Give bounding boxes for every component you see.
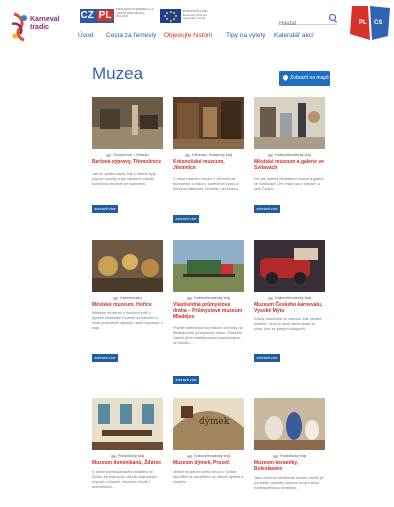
museum-description: Jako centrum keramické tradice hrnčíři j… bbox=[254, 476, 324, 490]
language-badge-icon bbox=[350, 6, 390, 40]
show-more-button[interactable]: zobrazit více bbox=[254, 205, 280, 213]
cz-flag-icon bbox=[268, 296, 274, 300]
page-title: Muzea bbox=[92, 64, 144, 83]
museum-description: Do vás dohled Městském muzeu a galerii v… bbox=[254, 177, 324, 191]
map-pin-icon bbox=[281, 73, 290, 82]
nav-item-crafts[interactable]: Cesta za řemesly bbox=[106, 32, 156, 39]
museum-description: Jak se vyrábí nápoj, kdy v historii byly… bbox=[92, 172, 156, 186]
language-switcher: PL CS bbox=[348, 4, 392, 44]
museum-image[interactable] bbox=[254, 240, 325, 292]
site-logo[interactable]: Karneval tradic bbox=[10, 10, 72, 44]
cz-flag-icon bbox=[111, 454, 117, 458]
museum-image[interactable] bbox=[92, 240, 163, 292]
cz-flag-icon bbox=[106, 153, 112, 157]
museum-description: Pojďte nahlédnout do historie techniky n… bbox=[173, 326, 243, 345]
museum-description: V domě dominikánského kláštera ve Žďárci… bbox=[92, 470, 158, 489]
eu-flag-icon bbox=[160, 9, 181, 23]
show-map-button[interactable]: Zobrazit na mapě bbox=[279, 71, 330, 86]
museum-image[interactable] bbox=[92, 97, 163, 149]
museum-description: V Krkonošském muzeu v Jilemnici se sezná… bbox=[173, 177, 240, 191]
lang-cs-link[interactable]: CS bbox=[374, 20, 382, 26]
search-icon[interactable] bbox=[329, 14, 336, 21]
museum-title[interactable]: Muzeum keramiky, Bolesławiec bbox=[254, 460, 325, 472]
lang-pl-link[interactable]: PL bbox=[359, 20, 367, 26]
museum-image[interactable] bbox=[92, 398, 163, 450]
museum-location: Hlinecko, Hradecký kraj bbox=[173, 153, 244, 157]
nav-item-home[interactable]: Úvod bbox=[78, 32, 93, 39]
museum-title[interactable]: Muzeum dýmek, Proseč bbox=[173, 460, 244, 466]
museum-description: Každý automobil se nachází zde pečlivě o… bbox=[254, 317, 322, 331]
museum-image[interactable] bbox=[173, 97, 244, 149]
nav-item-trips[interactable]: Tipy na výlety bbox=[226, 32, 266, 39]
cz-flag-icon bbox=[187, 454, 193, 458]
logo-text: Karneval tradic bbox=[30, 16, 60, 31]
museum-location: Královéhradecký kraj bbox=[254, 153, 325, 157]
show-more-button[interactable]: zobrazit více bbox=[92, 354, 118, 362]
museum-description: Jediné muzeum svého druhu v České republ… bbox=[173, 470, 244, 484]
museum-image[interactable] bbox=[254, 97, 325, 149]
show-more-button[interactable]: zobrazit více bbox=[173, 215, 199, 223]
cz-flag-icon bbox=[185, 153, 191, 157]
museum-location: Dvorkovice – Hlinsko bbox=[92, 153, 163, 157]
interreg-caption: PROGRAM INTERREG V-A ČESKÁ REPUBLIKA – P… bbox=[116, 7, 154, 19]
museum-image[interactable] bbox=[173, 240, 244, 292]
nav-item-calendar[interactable]: Kalendář akcí bbox=[274, 32, 314, 39]
museum-location: Královéhradecký kraj bbox=[173, 296, 244, 300]
cz-flag-icon bbox=[113, 296, 119, 300]
show-more-button[interactable]: zobrazit více bbox=[173, 376, 199, 384]
museum-title[interactable]: Muzeum Českého karnevalu, Vysoké Mýto bbox=[254, 302, 325, 314]
pl-flag-icon bbox=[273, 454, 279, 458]
museum-image[interactable]: dýmek bbox=[173, 398, 244, 450]
museum-title[interactable]: Vlastivědná průmyslová dráha – Průmyslov… bbox=[173, 302, 244, 320]
site-header: Karneval tradic CZ PL PROGRAM INTERREG V… bbox=[0, 0, 394, 56]
museum-image[interactable] bbox=[254, 398, 325, 450]
cz-flag-icon bbox=[187, 296, 193, 300]
interreg-logo: CZ PL bbox=[80, 9, 114, 23]
museum-title[interactable]: Městské muzeum, Hořice bbox=[92, 302, 163, 308]
museum-location: Pardubický kraj bbox=[92, 454, 163, 458]
show-map-label: Zobrazit na mapě bbox=[290, 75, 329, 81]
search-box[interactable] bbox=[279, 12, 337, 30]
museum-location: Královéhradecký kraj bbox=[254, 296, 325, 300]
museum-location: Pardubický kraj bbox=[254, 454, 325, 458]
museum-title[interactable]: Městské muzeum a galerie ve Svitavách bbox=[254, 159, 325, 171]
museum-location: Královéhradecký kraj bbox=[173, 454, 244, 458]
eu-caption: EVROPSKÁ UNIE Evropský fond pro regionál… bbox=[183, 9, 208, 21]
search-input[interactable] bbox=[279, 18, 325, 30]
museum-title[interactable]: Krkonošské muzeum, Jilemnice bbox=[173, 159, 244, 171]
museum-title[interactable]: Muzeum dominikánů, Žďárec bbox=[92, 460, 163, 466]
nav-item-history[interactable]: Objevujte historii bbox=[164, 32, 212, 39]
museum-title[interactable]: Berlová výpravy, Třemošnice bbox=[92, 159, 163, 165]
svg-text:dýmek: dýmek bbox=[199, 416, 230, 427]
logo-mark-icon bbox=[11, 12, 27, 42]
cz-flag-icon bbox=[268, 153, 274, 157]
show-more-button[interactable]: zobrazit více bbox=[254, 354, 280, 362]
show-more-button[interactable]: zobrazit více bbox=[92, 205, 118, 213]
museum-location: Kutnohorsko bbox=[92, 296, 163, 300]
museum-description: Městské muzeum v Hořicích sídlí v typick… bbox=[92, 311, 163, 330]
